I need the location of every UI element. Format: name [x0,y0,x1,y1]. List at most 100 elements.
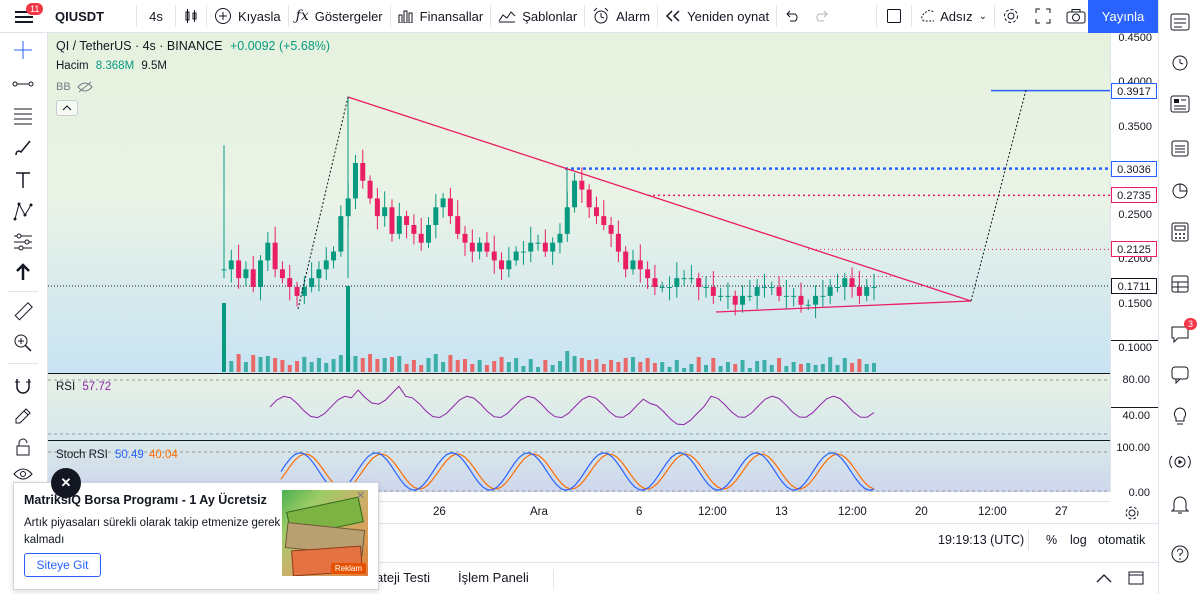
layers-button[interactable] [1166,270,1194,298]
settings-button[interactable] [995,0,1027,33]
alarm-clock-icon [593,7,609,24]
magnet-tool[interactable] [10,373,36,399]
indicators-button[interactable]: ƒx Göstergeler [289,0,390,33]
symbol-search-button[interactable]: QIUSDT [48,0,136,33]
zoom-in-icon [14,334,32,352]
replay-button[interactable]: Yeniden oynat [658,0,776,33]
volume-bar [872,363,876,372]
ad-popup: ✕ MatriksIQ Borsa Programı - 1 Ay Ücrets… [13,468,379,590]
data-window-button[interactable] [1166,90,1194,118]
streams-button[interactable] [1166,402,1194,430]
chevron-up-icon[interactable] [1096,573,1112,583]
volume-bar [557,361,562,372]
hotlist-button[interactable] [1166,176,1194,204]
candle-body [425,225,431,243]
candle-body [725,295,731,297]
candle-body [593,207,599,217]
volume-bar [463,359,468,372]
maximize-icon[interactable] [1128,571,1144,585]
lock-tool[interactable] [10,434,36,460]
tab-trading-panel[interactable]: İşlem Paneli [458,570,529,585]
volume-bar [273,358,278,372]
lightbulb-icon [1173,407,1187,425]
candle-body [630,260,636,270]
axis-settings-gear-icon[interactable] [1123,504,1141,522]
chat-button[interactable]: 3 [1166,318,1198,348]
volume-bar [609,360,614,372]
fib-tool[interactable] [10,103,36,129]
compare-button[interactable]: Kıyasla [207,0,288,33]
notifications-button[interactable] [1166,490,1194,518]
chevron-up-icon [62,105,72,111]
volume-bar [820,364,825,372]
financials-button[interactable]: Finansallar [391,0,491,33]
drawing-mode-tool[interactable] [10,403,36,429]
help-button[interactable] [1166,540,1194,568]
trend-line-tool[interactable] [10,71,36,97]
prediction-tool[interactable] [10,229,36,255]
alert-button[interactable]: Alarm [585,0,657,33]
brush-tool[interactable] [10,135,36,161]
financials-label: Finansallar [419,8,484,24]
eye-hidden-icon[interactable] [77,81,93,93]
volume-bar [287,365,292,372]
percent-toggle[interactable]: % [1046,533,1057,547]
auto-scale-toggle[interactable]: otomatik [1098,533,1145,547]
arrow-tool[interactable] [10,259,36,285]
text-tool[interactable] [10,167,36,193]
publish-button[interactable]: Yayınla [1088,0,1158,33]
stoch-tick: 0.00 [1128,487,1150,499]
close-ad-button[interactable]: ✕ [356,489,365,502]
templates-button[interactable]: Şablonlar [491,0,584,33]
rsi-pane-bg [48,374,1110,440]
list-icon [1170,13,1190,31]
fullscreen-button[interactable] [1027,0,1059,33]
layout-button[interactable]: Adsız ⌄ [912,0,994,33]
redo-icon [816,10,828,22]
visit-site-button[interactable]: Siteye Git [24,553,101,577]
price-level-label: 0.3917 [1111,82,1157,99]
alerts-button[interactable] [1166,48,1194,76]
ideas-button[interactable] [1166,360,1194,388]
candle-body [265,242,271,261]
calendar-button[interactable] [1166,134,1194,162]
watchlist-button[interactable] [1166,8,1194,36]
candle-body [528,242,534,252]
volume-bar [316,358,321,372]
zoom-tool[interactable] [10,330,36,356]
candle-body [279,269,285,279]
news-icon [1170,95,1190,113]
candle-body [761,287,767,288]
volume-bar [791,362,796,372]
volume-bar [769,365,774,372]
redo-button[interactable] [807,0,835,33]
tab-strategy-tester[interactable]: ateji Testi [376,570,430,585]
candle-body [586,189,592,208]
menu-button[interactable]: 11 [0,0,48,33]
collapse-legend-button[interactable] [56,100,78,116]
candle-body [360,163,366,181]
crosshair-tool[interactable] [10,37,36,63]
price-scale[interactable]: 0.45000.40000.35000.30000.25000.20000.15… [1110,32,1159,499]
volume-bar [747,368,752,372]
chart-area[interactable]: QI / TetherUS · 4s · BINANCE +0.0092 (+5… [48,33,1110,501]
pattern-tool[interactable] [10,198,36,224]
time-tick: 12:00 [978,506,1007,518]
candle-body [674,278,680,287]
log-toggle[interactable]: log [1070,533,1087,547]
volume-bar [835,365,840,372]
interval-button[interactable]: 4s [137,0,175,33]
fullscreen-select-button[interactable] [877,0,911,33]
volume-bar [682,368,687,372]
volume-bar [346,286,350,372]
volume-bar [265,356,270,372]
candle-body [499,260,505,270]
broadcast-button[interactable] [1166,448,1194,476]
candle-body [601,216,607,225]
undo-button[interactable] [777,0,807,33]
stoch-k-value: 50.49 [114,449,144,461]
ad-image[interactable]: Reklam [282,490,368,576]
chart-type-button[interactable] [176,0,206,33]
measure-tool[interactable] [10,299,36,325]
calculator-button[interactable] [1166,218,1194,246]
